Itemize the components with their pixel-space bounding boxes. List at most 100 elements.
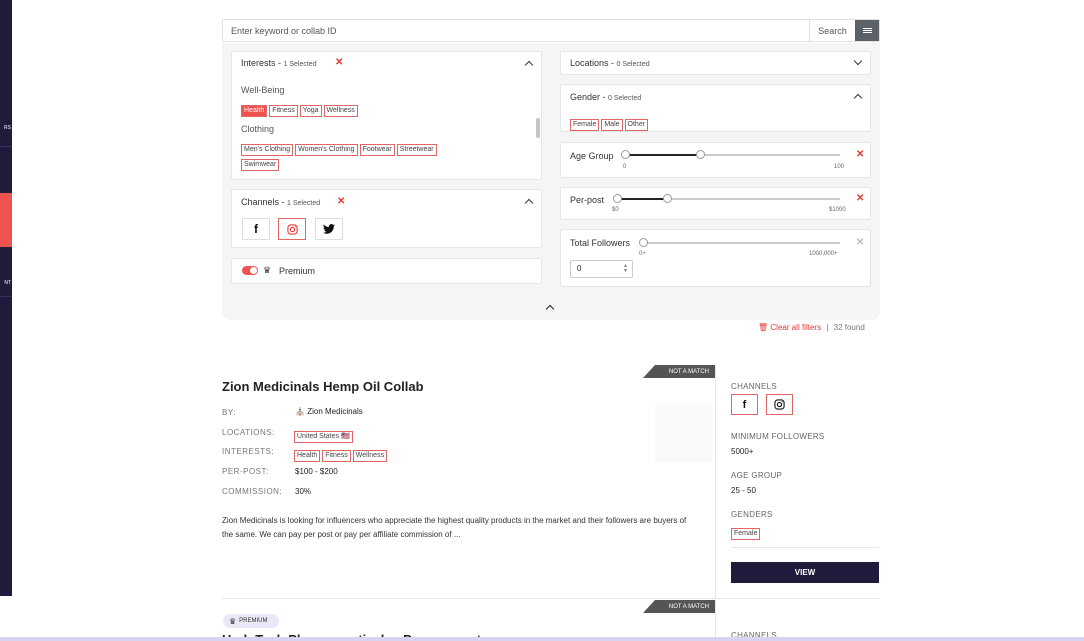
- twitter-button[interactable]: [315, 218, 343, 240]
- sidebar-divider: [0, 146, 12, 147]
- tag-location: United States 🇺🇸: [294, 431, 353, 443]
- instagram-icon: [774, 399, 785, 410]
- commission-label: COMMISSION:: [222, 487, 283, 496]
- locations-title-text: Locations -: [570, 58, 617, 68]
- locations-count: 0 Selected: [616, 61, 650, 68]
- tag-footwear[interactable]: Footwear: [359, 144, 395, 156]
- interests-label: INTERESTS:: [222, 447, 275, 456]
- age-group-title: Age Group: [570, 151, 614, 161]
- channels-label: CHANNELS: [731, 382, 777, 391]
- perpost-slider-range: [617, 198, 668, 200]
- brand-row[interactable]: ⛪ Zion Medicinals: [295, 407, 363, 416]
- listing-divider: [715, 600, 716, 637]
- clear-age-icon[interactable]: ✕: [856, 149, 864, 160]
- age-slider-range: [625, 154, 701, 156]
- clear-filters-link[interactable]: Clear all filters: [770, 323, 821, 332]
- results-separator: |: [826, 323, 829, 332]
- interests-scrollbar[interactable]: [536, 118, 540, 138]
- tag-male[interactable]: Male: [601, 119, 623, 131]
- clear-interests-icon[interactable]: ✕: [335, 57, 343, 68]
- commission-value: 30%: [295, 487, 312, 496]
- age-group-value: 25 - 50: [731, 486, 756, 495]
- instagram-button[interactable]: [278, 218, 306, 240]
- listing-interest-tags: Health Fitness Wellness: [294, 444, 389, 462]
- tag-streetwear[interactable]: Streetwear: [396, 144, 437, 156]
- interest-group-name: Clothing: [241, 124, 275, 134]
- tag-wellness: Wellness: [352, 450, 388, 462]
- premium-toggle[interactable]: [242, 266, 258, 275]
- sidebar-item-active[interactable]: [0, 193, 12, 247]
- facebook-icon: f: [742, 398, 747, 411]
- clear-perpost-icon[interactable]: ✕: [856, 193, 864, 204]
- side-divider: [731, 547, 879, 548]
- results-meta: 🗑 Clear all filters | 32 found: [758, 323, 865, 332]
- crown-icon: ♛: [263, 265, 272, 275]
- followers-slider-track[interactable]: [643, 242, 840, 244]
- clear-followers-icon[interactable]: ✕: [856, 237, 864, 248]
- sidebar-footer: [0, 596, 12, 637]
- tag-health[interactable]: Health: [241, 105, 268, 117]
- instagram-channel: [766, 394, 793, 415]
- tag-female: Female: [731, 528, 761, 540]
- facebook-button[interactable]: f: [242, 218, 270, 240]
- hamburger-icon: [862, 30, 872, 31]
- channels-title[interactable]: Channels - 1 Selected: [241, 197, 320, 207]
- tag-yoga[interactable]: Yoga: [299, 105, 322, 117]
- premium-badge: ♛ PREMIUM: [223, 614, 279, 628]
- search-button[interactable]: Search: [809, 20, 855, 41]
- gender-tags: Female: [731, 522, 762, 540]
- perpost-slider-min-handle[interactable]: [613, 194, 622, 203]
- interest-group-name: Well-Being: [241, 85, 285, 95]
- view-button[interactable]: VIEW: [731, 562, 879, 583]
- brand-name: Zion Medicinals: [307, 407, 363, 416]
- channels-title-text: Channels -: [241, 197, 288, 207]
- tag-wellness[interactable]: Wellness: [323, 105, 358, 117]
- trash-icon[interactable]: 🗑: [758, 323, 768, 332]
- listing-title[interactable]: Zion Medicinals Hemp Oil Collab: [222, 379, 424, 394]
- gender-title[interactable]: Gender - 0 Selected: [570, 92, 641, 102]
- perpost-slider-max-handle[interactable]: [663, 194, 672, 203]
- search-input[interactable]: [223, 20, 809, 41]
- tag-other[interactable]: Other: [624, 119, 649, 131]
- listing-description: Zion Medicinals is looking for influence…: [222, 516, 687, 539]
- interest-tags-clothing-row2: Swimwear: [241, 153, 281, 171]
- brand-logo-icon: ⛪: [295, 407, 305, 416]
- age-max-label: 100: [834, 164, 845, 170]
- tag-swimwear[interactable]: Swimwear: [241, 159, 280, 171]
- crown-icon: ♛: [229, 616, 237, 626]
- channels-count: 1 Selected: [287, 200, 321, 207]
- listing-image: [655, 405, 713, 463]
- age-slider-min-handle[interactable]: [621, 150, 630, 159]
- facebook-icon: f: [254, 222, 258, 236]
- tag-female[interactable]: Female: [570, 119, 600, 131]
- gender-count: 0 Selected: [608, 95, 642, 102]
- tag-fitness[interactable]: Fitness: [269, 105, 298, 117]
- min-followers-label: MINIMUM FOLLOWERS: [731, 432, 825, 441]
- sidebar-item-label[interactable]: NT: [0, 280, 12, 286]
- followers-value: 0: [577, 264, 582, 273]
- perpost-min-label: $0: [612, 207, 619, 213]
- twitter-icon: [323, 224, 335, 234]
- followers-slider-handle[interactable]: [639, 238, 648, 247]
- age-slider-max-handle[interactable]: [696, 150, 705, 159]
- bottom-bar: [0, 637, 1084, 641]
- tag-fitness: Fitness: [322, 450, 351, 462]
- perpost-label: PER-POST:: [222, 467, 269, 476]
- per-post-title: Per-post: [570, 195, 605, 205]
- interests-title[interactable]: Interests - 1 Selected: [241, 58, 317, 68]
- followers-stepper[interactable]: 0 ▲ ▼: [570, 260, 633, 278]
- total-followers-title: Total Followers: [570, 238, 631, 248]
- followers-max-label: 1000,000+: [809, 251, 838, 257]
- premium-badge-label: PREMIUM: [239, 618, 268, 624]
- not-a-match-ribbon: NOT A MATCH: [643, 365, 715, 378]
- filter-menu-button[interactable]: [855, 20, 879, 41]
- stepper-arrows-icon[interactable]: ▲ ▼: [623, 264, 628, 274]
- sidebar-item-label[interactable]: RS: [0, 125, 12, 131]
- listing-divider: [715, 365, 716, 598]
- instagram-icon: [286, 223, 298, 235]
- clear-channels-icon[interactable]: ✕: [337, 196, 345, 207]
- interest-tags-wellbeing: Health Fitness Yoga Wellness: [241, 99, 360, 117]
- tag-womens-clothing[interactable]: Women's Clothing: [295, 144, 358, 156]
- sidebar-divider: [0, 296, 12, 297]
- facebook-channel: f: [731, 394, 758, 415]
